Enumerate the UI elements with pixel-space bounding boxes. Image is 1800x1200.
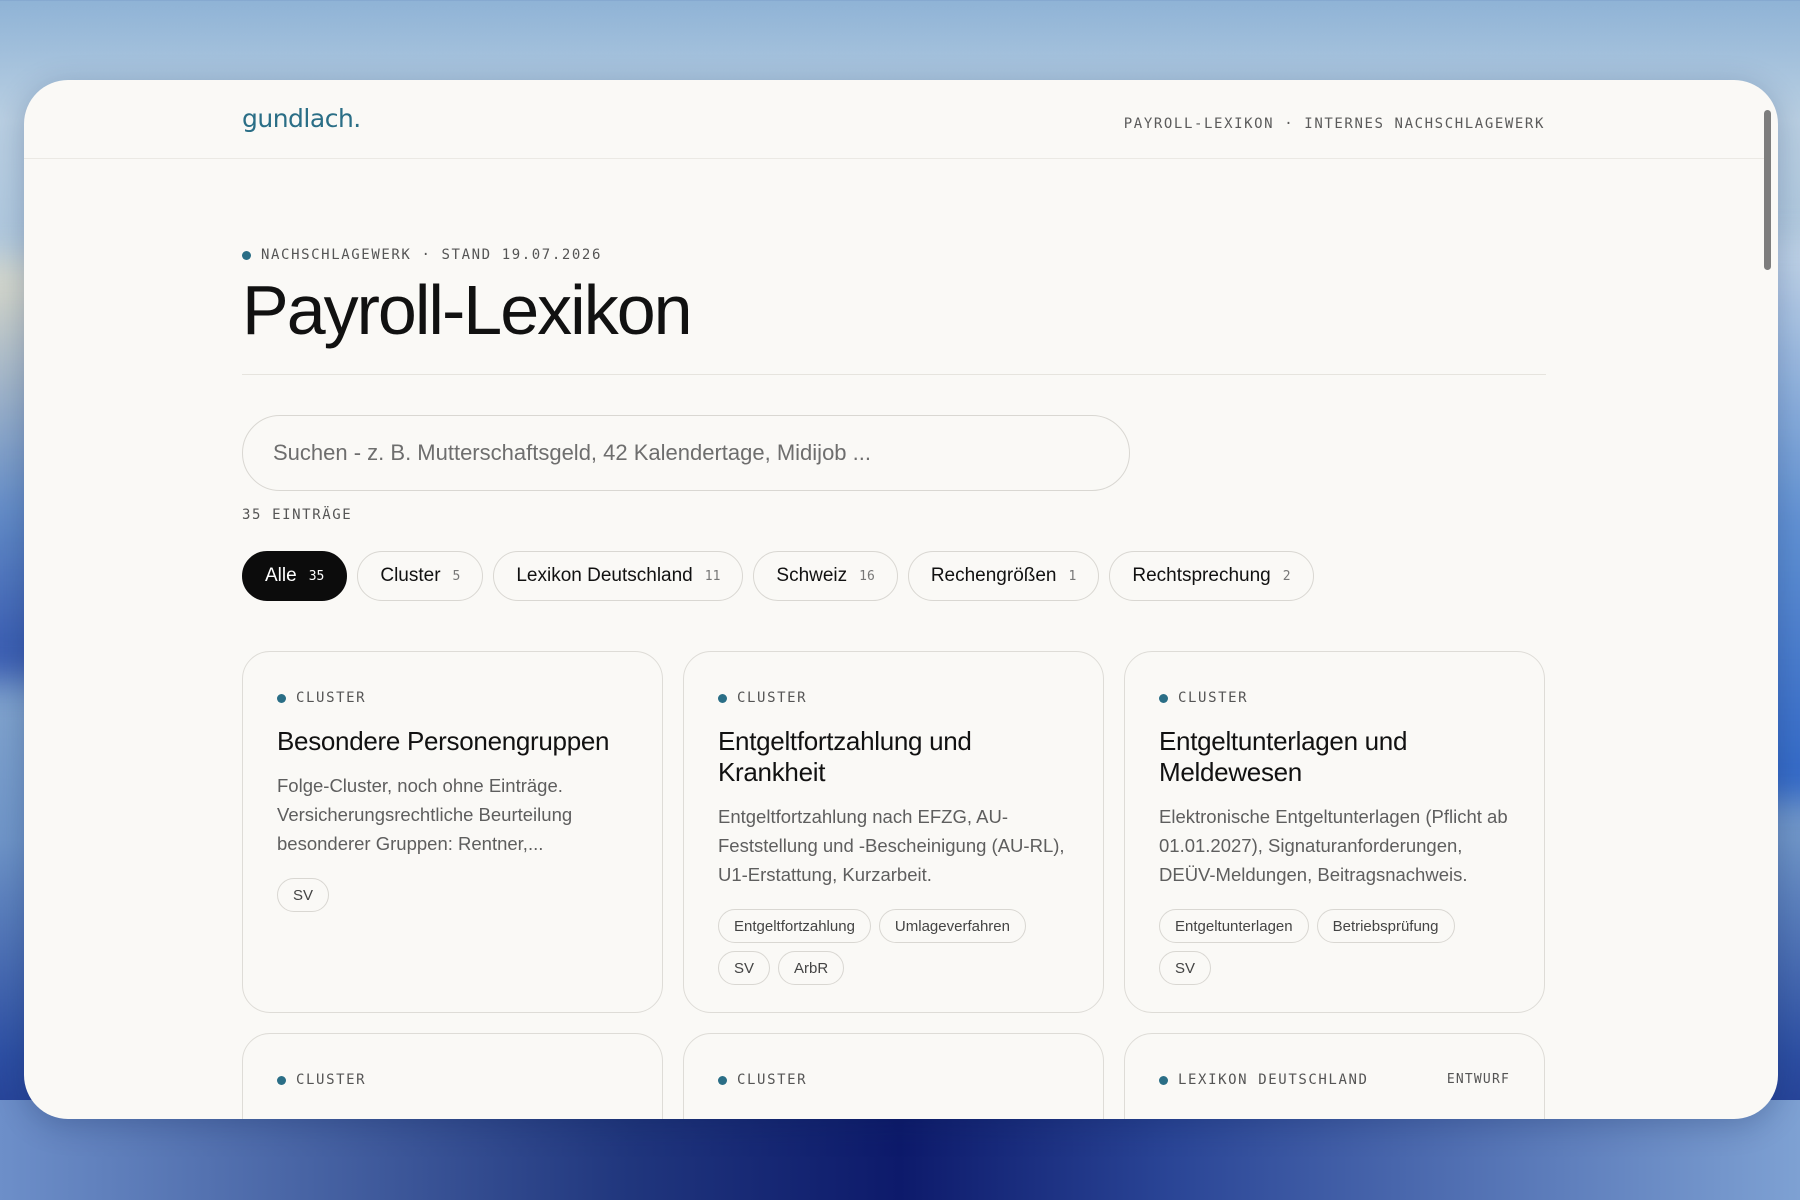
card-category: CLUSTER	[277, 1072, 628, 1088]
entry-card[interactable]: CLUSTER Besondere Personengruppen Folge-…	[242, 651, 663, 1013]
card-description: Folge-Cluster, noch ohne Einträge. Versi…	[277, 775, 573, 854]
site-header: gundlach. PAYROLL-LEXIKON · INTERNES NAC…	[24, 80, 1764, 159]
tag[interactable]: SV	[1159, 951, 1212, 985]
card-category: CLUSTER	[718, 690, 1069, 706]
bullet-dot-icon	[1159, 1075, 1168, 1085]
bullet-dot-icon	[1159, 693, 1168, 703]
hero-kicker-text: NACHSCHLAGEWERK · STAND 19.07.2026	[261, 247, 602, 263]
entry-card[interactable]: CLUSTER	[683, 1033, 1104, 1119]
entry-card[interactable]: LEXIKON DEUTSCHLAND ENTWURF	[1124, 1033, 1545, 1119]
entry-grid: CLUSTER Besondere Personengruppen Folge-…	[242, 651, 1546, 1119]
filter-chip-count: 1	[1068, 568, 1077, 584]
tag[interactable]: ArbR	[778, 951, 845, 985]
filter-chip-lexikon-deutschland[interactable]: Lexikon Deutschland 11	[493, 551, 744, 601]
logo-text: gundlach	[242, 104, 354, 133]
entry-count: 35 EINTRÄGE	[242, 507, 353, 523]
divider	[242, 374, 1546, 375]
card-description: Elektronische Entgeltunterlagen (Pflicht…	[1159, 806, 1508, 885]
card-category: CLUSTER	[1159, 690, 1510, 706]
filter-chip-count: 35	[308, 568, 325, 584]
filter-chip-label: Lexikon Deutschland	[516, 565, 693, 586]
header-subtitle: PAYROLL-LEXIKON · INTERNES NACHSCHLAGEWE…	[1123, 116, 1545, 132]
bullet-dot-icon	[277, 693, 286, 703]
filter-chip-label: Rechtsprechung	[1132, 565, 1271, 586]
search-input[interactable]	[273, 440, 1093, 466]
card-category-label: LEXIKON DEUTSCHLAND	[1178, 1072, 1369, 1088]
bullet-dot-icon	[277, 1075, 286, 1085]
tag[interactable]: Umlageverfahren	[878, 909, 1026, 943]
entry-card[interactable]: CLUSTER Entgeltunterlagen und Meldewesen…	[1124, 651, 1545, 1013]
scrollbar-thumb[interactable]	[1764, 110, 1771, 270]
tag[interactable]: Entgeltfortzahlung	[718, 909, 871, 943]
card-title: Entgeltunterlagen und Meldewesen	[1159, 726, 1408, 787]
card-category: CLUSTER	[277, 690, 628, 706]
logo[interactable]: gundlach.	[242, 104, 361, 133]
filter-chip-count: 16	[859, 568, 875, 584]
status-badge: ENTWURF	[1446, 1072, 1510, 1087]
filter-chip-label: Cluster	[380, 565, 441, 586]
filter-chip-count: 11	[704, 568, 721, 584]
card-category-label: CLUSTER	[737, 1072, 808, 1088]
bullet-dot-icon	[242, 250, 251, 260]
filter-chip-rechtsprechung[interactable]: Rechtsprechung 2	[1109, 551, 1314, 601]
card-title: Entgeltfortzahlung und Krankheit	[718, 726, 972, 787]
card-tags: Entgeltfortzahlung Umlageverfahren SV Ar…	[718, 909, 1069, 985]
tag[interactable]: Entgeltunterlagen	[1159, 909, 1309, 943]
filter-chip-label: Schweiz	[776, 565, 848, 586]
tag[interactable]: SV	[718, 951, 771, 985]
filter-chip-alle[interactable]: Alle 35	[242, 551, 348, 601]
logo-dot: .	[353, 104, 361, 133]
filter-chip-count: 5	[452, 568, 461, 584]
card-category: CLUSTER	[718, 1072, 1069, 1088]
filter-chip-schweiz[interactable]: Schweiz 16	[753, 551, 898, 601]
filter-chip-rechengroessen[interactable]: Rechengrößen 1	[907, 551, 1100, 601]
entry-card[interactable]: CLUSTER Entgeltfortzahlung und Krankheit…	[683, 651, 1104, 1013]
entry-card[interactable]: CLUSTER	[242, 1033, 663, 1119]
card-category-label: CLUSTER	[296, 690, 367, 706]
filter-chip-label: Alle	[265, 565, 297, 586]
filter-chip-label: Rechengrößen	[930, 565, 1057, 586]
filter-chip-cluster[interactable]: Cluster 5	[357, 551, 484, 601]
filter-chips: Alle 35 Cluster 5 Lexikon Deutschland 11…	[242, 551, 1314, 601]
search-box[interactable]	[242, 415, 1130, 491]
filter-chip-count: 2	[1282, 568, 1291, 584]
card-tags: SV	[277, 878, 628, 912]
scrollbar[interactable]	[1762, 94, 1772, 1104]
card-tags: Entgeltunterlagen Betriebsprüfung SV	[1159, 909, 1510, 985]
card-category-label: CLUSTER	[1178, 690, 1249, 706]
page-title: Payroll-Lexikon	[242, 271, 693, 349]
tag[interactable]: SV	[277, 878, 330, 912]
hero-kicker: NACHSCHLAGEWERK · STAND 19.07.2026	[242, 247, 602, 263]
tag[interactable]: Betriebsprüfung	[1316, 909, 1455, 943]
bullet-dot-icon	[718, 1075, 727, 1085]
card-category-label: CLUSTER	[737, 690, 808, 706]
browser-window: gundlach. PAYROLL-LEXIKON · INTERNES NAC…	[24, 80, 1778, 1119]
card-title: Besondere Personengruppen	[277, 726, 610, 756]
card-category-label: CLUSTER	[296, 1072, 367, 1088]
bullet-dot-icon	[718, 693, 727, 703]
card-description: Entgeltfortzahlung nach EFZG, AU-Festste…	[718, 806, 1065, 885]
